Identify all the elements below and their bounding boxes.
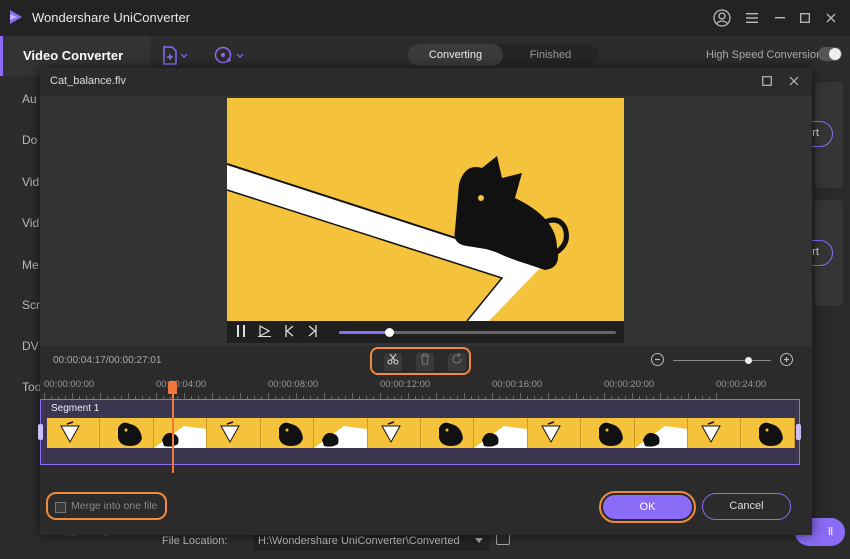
cat-illustration [227,156,569,321]
zoom-in-icon[interactable] [780,353,793,366]
cancel-button[interactable]: Cancel [702,493,791,520]
reset-icon[interactable] [448,352,466,371]
filmstrip-frame [47,418,101,448]
trim-tools [370,347,471,375]
sidebar-item-video-1[interactable]: Vid [22,175,39,189]
set-start-icon[interactable] [282,325,296,339]
tab-finished[interactable]: Finished [503,44,598,66]
scissors-icon[interactable] [384,353,402,371]
filmstrip-frame [474,418,528,448]
ok-highlight: OK [599,491,696,523]
app-title: Wondershare UniConverter [32,10,190,25]
filmstrip-frame [527,418,582,448]
filmstrip-frame [367,418,421,448]
delete-icon[interactable] [416,353,434,371]
segment-start-handle[interactable] [38,424,43,440]
user-account-icon[interactable] [712,8,732,28]
play-from-start-icon[interactable] [258,324,272,339]
segment-track[interactable]: Segment 1 [38,399,801,465]
playback-slider-knob[interactable] [384,328,394,337]
add-file-icon[interactable] [162,46,192,66]
filmstrip-frame [314,418,368,448]
high-speed-toggle[interactable] [818,47,842,61]
ruler-label: 00:00:00:00 [44,379,95,390]
title-bar: Wondershare UniConverter [0,0,850,36]
zoom-slider[interactable] [673,357,771,364]
file-location-value: H:\Wondershare UniConverter\Converted [258,535,460,547]
playback-slider[interactable] [339,328,616,337]
filmstrip-frame [741,418,795,448]
menu-icon[interactable] [742,8,762,28]
sidebar-item-screen[interactable]: Scr [22,298,40,312]
merge-label: Merge into one file [71,500,158,512]
timecode: 00:00:04:17/00:00:27:01 [53,355,162,366]
pause-icon[interactable] [234,325,248,339]
segment-end-handle[interactable] [796,424,801,440]
filmstrip-frame [207,418,261,448]
ruler-label: 00:00:24:00 [716,379,767,390]
sidebar-item-dvd[interactable]: DV [22,339,39,353]
sidebar-item-merger[interactable]: Me [22,258,39,272]
add-disc-icon[interactable] [214,46,244,66]
trim-dialog: Cat_balance.flv 00:00:04:17/00:00:27:01 … [38,68,812,535]
chevron-down-icon [475,538,483,543]
file-location-label: File Location: [162,535,228,547]
dialog-header: Cat_balance.flv [40,68,812,96]
dialog-title: Cat_balance.flv [50,75,126,87]
tab-converting[interactable]: Converting [408,44,503,66]
merge-checkbox[interactable] [55,502,66,513]
zoom-out-icon[interactable] [651,353,664,366]
ok-button[interactable]: OK [603,495,692,519]
filmstrip-frame [420,418,475,448]
app-logo-icon [10,10,22,24]
filmstrip-frame [153,418,208,448]
filmstrip-frame [100,418,154,448]
app-window: Wondershare UniConverter Video Converter… [0,0,850,559]
merge-option[interactable]: Merge into one file [46,492,167,520]
dialog-close-icon[interactable] [786,74,802,90]
close-icon[interactable] [821,8,841,28]
ruler-label: 00:00:12:00 [380,379,431,390]
ruler-label: 00:00:16:00 [492,379,543,390]
status-tabs: Converting Finished [408,44,598,66]
dialog-maximize-icon[interactable] [759,74,775,90]
sidebar-item-label: Video Converter [23,48,124,63]
minimize-icon[interactable] [770,8,790,28]
filmstrip-frame [688,418,742,448]
segment-label: Segment 1 [51,403,100,414]
video-preview [227,98,624,321]
sidebar-item-downloader[interactable]: Do [22,133,37,147]
playhead-line [172,388,174,473]
zoom-slider-knob[interactable] [744,357,752,364]
player-controls [227,321,624,343]
sidebar-item-video-2[interactable]: Vid [22,216,39,230]
maximize-icon[interactable] [795,8,815,28]
filmstrip [47,418,795,448]
ruler-label: 00:00:20:00 [604,379,655,390]
sidebar-item-toolbox[interactable]: Too [22,380,41,394]
timeline-ruler[interactable]: 00:00:00:00 00:00:04:00 00:00:08:00 00:0… [40,377,812,399]
ruler-label: 00:00:04:00 [156,379,207,390]
ruler-label: 00:00:08:00 [268,379,319,390]
filmstrip-frame [581,418,635,448]
high-speed-label: High Speed Conversion [706,49,823,61]
playback-progress-fill [339,331,389,334]
sidebar-item-audio[interactable]: Au [22,92,37,106]
filmstrip-frame [260,418,315,448]
filmstrip-frame [634,418,689,448]
set-end-icon[interactable] [306,325,320,339]
